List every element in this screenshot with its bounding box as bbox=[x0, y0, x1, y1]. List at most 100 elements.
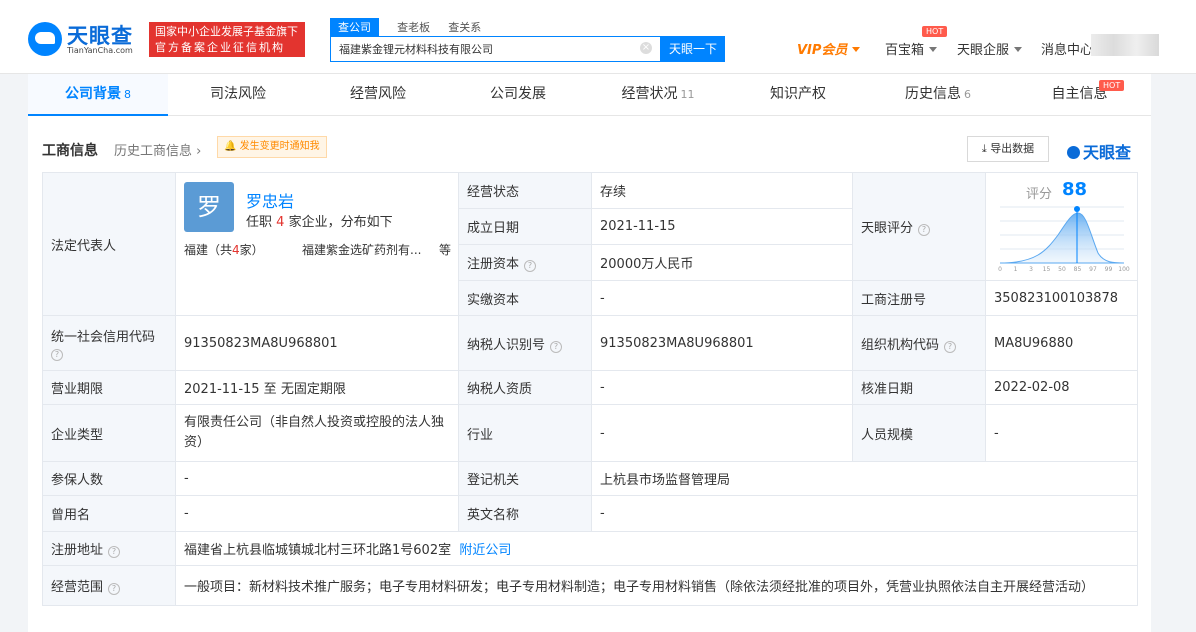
prov-suffix: 家） bbox=[239, 243, 264, 257]
table-row: 注册地址? 福建省上杭县临城镇城北村三环北路1号602室 附近公司 bbox=[42, 531, 1138, 566]
help-icon[interactable]: ? bbox=[524, 260, 537, 272]
score-tick-label: 0 bbox=[998, 266, 1002, 273]
company-type-value: 有限责任公司（非自然人投资或控股的法人独资） bbox=[175, 404, 459, 462]
score-tick-label: 85 bbox=[1074, 266, 1082, 273]
search-input[interactable] bbox=[331, 37, 631, 61]
vip-menu[interactable]: VIP会员 bbox=[797, 39, 861, 58]
nearby-companies-link[interactable]: 附近公司 bbox=[459, 543, 511, 558]
hot-badge: HOT bbox=[922, 26, 948, 37]
search-box: × bbox=[330, 36, 661, 62]
legal-rep-province[interactable]: 福建（共4家） bbox=[184, 241, 264, 258]
credit-label-text: 统一社会信用代码 bbox=[51, 329, 156, 345]
hot-badge: HOT bbox=[1099, 80, 1125, 91]
search-tab-company[interactable]: 查公司 bbox=[330, 18, 379, 36]
term-label: 营业期限 bbox=[42, 370, 176, 405]
table-row: 企业类型 有限责任公司（非自然人投资或控股的法人独资） 行业 - 人员规模 - bbox=[42, 404, 1138, 462]
history-business-info-link[interactable]: 历史工商信息 › bbox=[114, 140, 201, 159]
table-row: 参保人数 - 登记机关 上杭县市场监督管理局 bbox=[42, 461, 1138, 496]
search-button[interactable]: 天眼一下 bbox=[661, 36, 725, 62]
reg-no-label: 工商注册号 bbox=[852, 280, 986, 316]
history-label: 历史工商信息 bbox=[114, 144, 193, 159]
section-title: 工商信息 bbox=[42, 143, 98, 159]
tab-business-risk[interactable]: 经营风险 bbox=[308, 74, 448, 116]
logo-subtext: TianYanCha.com bbox=[67, 46, 133, 55]
legal-rep-company-link[interactable]: 福建紫金选矿药剂有... bbox=[302, 241, 421, 258]
status-value: 存续 bbox=[591, 172, 853, 209]
tab-judicial-risk[interactable]: 司法风险 bbox=[168, 74, 308, 116]
export-data-button[interactable]: ⤓ 导出数据 bbox=[967, 136, 1049, 162]
brand-logo: 天眼查 bbox=[1067, 139, 1131, 163]
search-tab-relation[interactable]: 查关系 bbox=[448, 19, 481, 35]
badge-line-1: 国家中小企业发展子基金旗下 bbox=[155, 25, 298, 38]
download-icon: ⤓ bbox=[981, 142, 987, 155]
found-date-value: 2021-11-15 bbox=[591, 208, 853, 245]
tab-label: 公司背景 bbox=[65, 86, 121, 102]
credit-code-label: 统一社会信用代码? bbox=[42, 315, 176, 371]
tab-label: 历史信息 bbox=[905, 86, 961, 102]
roles-suffix: 家企业，分布如下 bbox=[288, 215, 393, 230]
legal-rep-label: 法定代表人 bbox=[42, 172, 176, 316]
help-icon[interactable]: ? bbox=[108, 583, 121, 595]
legal-rep-name-link[interactable]: 罗忠岩 bbox=[246, 188, 294, 212]
help-icon[interactable]: ? bbox=[108, 546, 121, 558]
export-label: 导出数据 bbox=[990, 142, 1035, 155]
tab-history-info[interactable]: 历史信息 6 bbox=[868, 74, 1008, 116]
score-tick-label: 100 bbox=[1118, 266, 1130, 273]
score-tick-label: 1 bbox=[1014, 266, 1018, 273]
tab-count: 8 bbox=[124, 88, 131, 101]
reg-no-value: 350823100103878 bbox=[985, 280, 1138, 316]
taxid-label: 纳税人识别号? bbox=[458, 315, 592, 371]
qifu-menu[interactable]: 天眼企服 bbox=[957, 39, 1023, 58]
help-icon[interactable]: ? bbox=[944, 340, 957, 353]
address-label: 注册地址? bbox=[42, 531, 176, 566]
clear-icon[interactable]: × bbox=[640, 42, 652, 54]
tab-count: 11 bbox=[680, 88, 695, 101]
help-icon[interactable]: ? bbox=[51, 348, 63, 361]
address-cell: 福建省上杭县临城镇城北村三环北路1号602室 附近公司 bbox=[175, 531, 1138, 566]
table-row: 经营范围? 一般项目：新材料技术推广服务；电子专用材料研发；电子专用材料制造；电… bbox=[42, 565, 1138, 606]
tab-company-development[interactable]: 公司发展 bbox=[448, 74, 588, 116]
staff-value: - bbox=[985, 404, 1138, 462]
scope-value: 一般项目：新材料技术推广服务；电子专用材料研发；电子专用材料制造；电子专用材料销… bbox=[175, 565, 1138, 606]
help-icon[interactable]: ? bbox=[550, 340, 563, 353]
notify-change-button[interactable]: 🔔 发生变更时通知我 bbox=[217, 136, 327, 158]
prov-count: 4 bbox=[232, 243, 240, 257]
industry-label: 行业 bbox=[458, 404, 592, 462]
capital-label: 注册资本? bbox=[458, 244, 592, 281]
approve-date-label: 核准日期 bbox=[852, 370, 986, 405]
avatar[interactable] bbox=[1091, 34, 1159, 56]
tab-count: 6 bbox=[964, 88, 971, 101]
tab-self-info[interactable]: 自主信息 bbox=[1008, 74, 1151, 116]
company-type-label: 企业类型 bbox=[42, 404, 176, 462]
roles-prefix: 任职 bbox=[246, 215, 273, 230]
help-icon[interactable]: ? bbox=[918, 224, 931, 236]
paid-capital-value: - bbox=[591, 280, 853, 316]
address-value: 福建省上杭县临城镇城北村三环北路1号602室 bbox=[184, 543, 452, 558]
logo-icon bbox=[1067, 146, 1080, 159]
tab-label: 经营风险 bbox=[350, 86, 406, 102]
legal-rep-avatar[interactable]: 罗 bbox=[184, 182, 234, 232]
tax-qual-label: 纳税人资质 bbox=[458, 370, 592, 405]
legal-rep-etc: 等 bbox=[439, 243, 452, 257]
insured-value: - bbox=[175, 461, 459, 496]
tab-company-background[interactable]: 公司背景 8 bbox=[28, 74, 168, 116]
capital-value: 20000万人民币 bbox=[591, 244, 853, 281]
scope-label: 经营范围? bbox=[42, 565, 176, 606]
brand-text: 天眼查 bbox=[1083, 143, 1132, 162]
former-name-value: - bbox=[175, 495, 459, 532]
baibaoxiang-menu[interactable]: 百宝箱 bbox=[885, 39, 938, 58]
tab-label: 公司发展 bbox=[490, 86, 546, 102]
message-center-link[interactable]: 消息中心 bbox=[1041, 39, 1093, 58]
insured-label: 参保人数 bbox=[42, 461, 176, 496]
address-label-text: 注册地址 bbox=[51, 543, 104, 558]
tab-intellectual-property[interactable]: 知识产权 bbox=[728, 74, 868, 116]
prov-prefix: 福建（共 bbox=[184, 243, 233, 257]
tab-business-status[interactable]: 经营状况 11 bbox=[588, 74, 728, 116]
logo[interactable]: 天眼查 TianYanCha.com bbox=[28, 20, 146, 58]
org-label-text: 组织机构代码 bbox=[861, 337, 940, 353]
search-tab-boss[interactable]: 查老板 bbox=[397, 19, 430, 35]
capital-label-text: 注册资本 bbox=[467, 257, 520, 272]
score-chart[interactable]: 评分 88 0 1 3 15 50 85 97 99 100 bbox=[986, 173, 1136, 283]
found-date-label: 成立日期 bbox=[458, 208, 592, 245]
chevron-down-icon bbox=[1014, 47, 1023, 52]
